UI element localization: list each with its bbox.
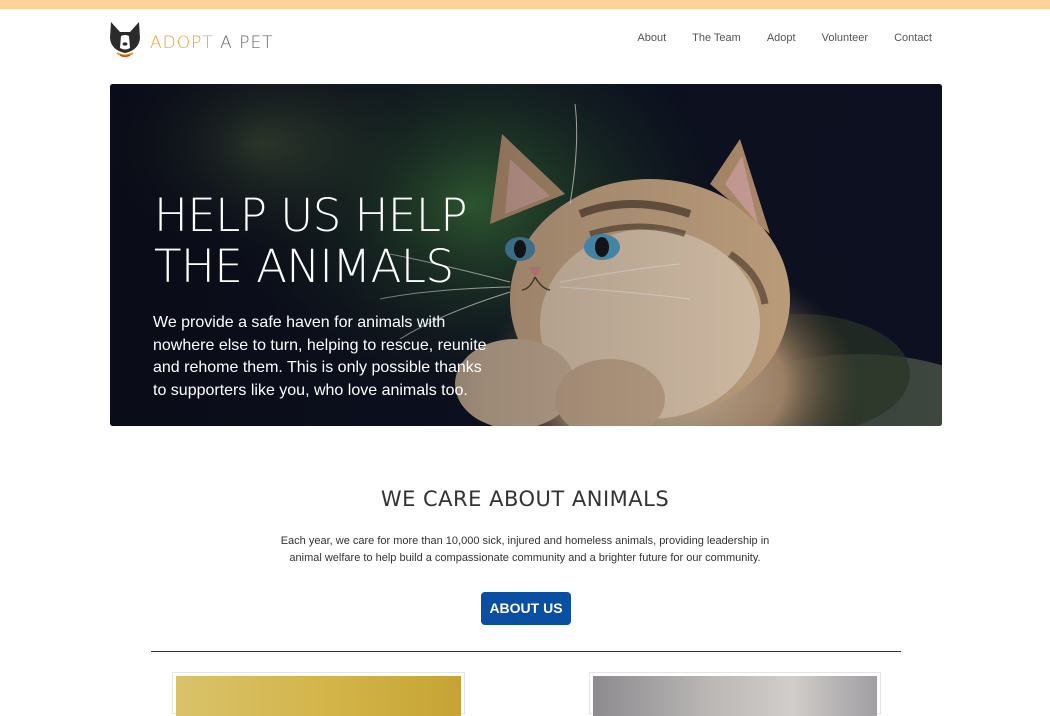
hero-banner: HELP US HELP THE ANIMALS We provide a sa…	[110, 84, 942, 426]
site-header: ADOPT A PET About The Team Adopt Volunte…	[0, 9, 1050, 71]
about-us-button[interactable]: ABOUT US	[481, 592, 571, 625]
nav-link-the-team[interactable]: The Team	[692, 32, 741, 44]
logo-wordmark: ADOPT A PET	[150, 33, 274, 53]
site-logo[interactable]: ADOPT A PET	[108, 20, 273, 60]
nav-link-adopt[interactable]: Adopt	[767, 32, 796, 44]
feature-card-image-right	[593, 676, 877, 716]
section-divider	[151, 651, 901, 652]
top-accent-bar	[0, 0, 1050, 9]
dog-face-icon	[110, 22, 140, 58]
nav-link-contact[interactable]: Contact	[894, 32, 932, 44]
main-nav: About The Team Adopt Volunteer Contact	[611, 32, 932, 44]
hero-title-line-1: HELP US HELP	[154, 189, 468, 242]
feature-card-image-left	[176, 676, 461, 716]
nav-link-about[interactable]: About	[637, 32, 666, 44]
hero-description: We provide a safe haven for animals with…	[153, 314, 487, 399]
feature-card-left[interactable]	[172, 672, 465, 716]
logo-word-adopt: ADOPT	[150, 33, 214, 53]
nav-link-volunteer[interactable]: Volunteer	[822, 32, 868, 44]
hero-title-line-2: THE ANIMALS	[154, 240, 454, 293]
hero-title: HELP US HELP THE ANIMALS	[154, 190, 484, 292]
logo-word-a-pet: A PET	[220, 33, 274, 53]
feature-card-right[interactable]	[589, 672, 881, 716]
section-title: WE CARE ABOUT ANIMALS	[380, 487, 670, 511]
section-description: Each year, we care for more than 10,000 …	[280, 535, 770, 564]
